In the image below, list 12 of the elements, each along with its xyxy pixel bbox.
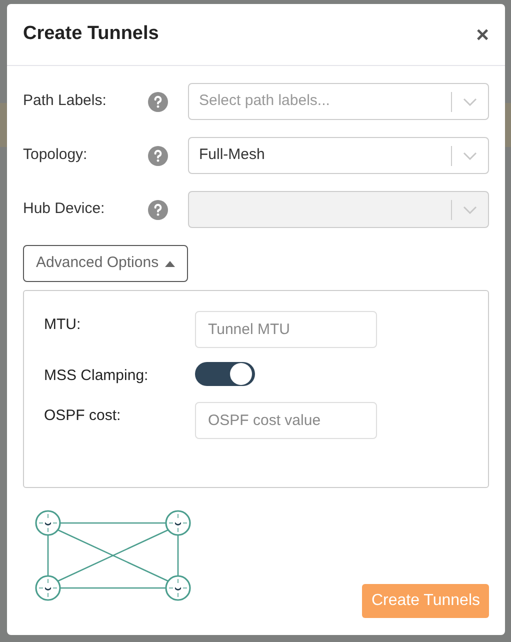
text-input[interactable]: OSPF cost value bbox=[195, 402, 377, 438]
advanced-options-button[interactable]: Advanced Options bbox=[23, 245, 188, 282]
dialog-title: Create Tunnels bbox=[23, 22, 159, 46]
select-field[interactable]: Full-Mesh bbox=[188, 137, 489, 174]
field-label: MSS Clamping: bbox=[44, 366, 150, 386]
text-input[interactable]: Tunnel MTU bbox=[195, 311, 377, 348]
field-label: Path Labels: bbox=[23, 91, 108, 112]
close-button[interactable]: × bbox=[476, 24, 489, 46]
field-label: Hub Device: bbox=[23, 199, 106, 220]
field-label: MTU: bbox=[44, 315, 82, 335]
field-label: OSPF cost: bbox=[44, 406, 122, 426]
field-label: Topology: bbox=[23, 145, 88, 166]
